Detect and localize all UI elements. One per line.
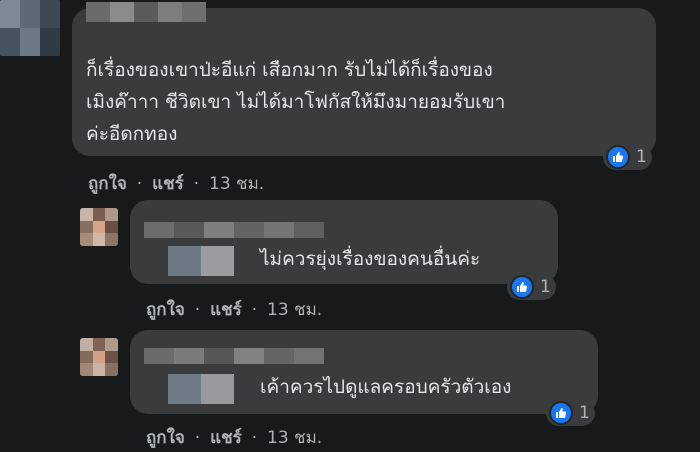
reaction-count: 1 <box>540 277 551 297</box>
mention-tag-pixelated[interactable] <box>168 374 234 404</box>
share-link[interactable]: แชร์ <box>210 428 242 448</box>
timestamp[interactable]: 13 ชม. <box>267 300 322 320</box>
like-link[interactable]: ถูกใจ <box>146 428 185 448</box>
comment-text-line: ก็เรื่องของเขาป่ะอีแก่ เสือกมาก รับไม่ได… <box>86 59 493 81</box>
avatar[interactable] <box>80 338 118 376</box>
comment-bubble: เค้าควรไปดูแลครอบครัวตัวเอง <box>130 330 598 414</box>
comment-actions: ถูกใจ · แชร์ · 13 ชม. <box>146 424 322 451</box>
reaction-summary[interactable]: 1 <box>507 274 556 300</box>
comment-text-line: เมิงค๊าาา ชีวิตเขา ไม่ได้มาโฟกัสให้มึงมา… <box>86 91 506 113</box>
comment-actions: ถูกใจ · แชร์ · 13 ชม. <box>88 170 264 197</box>
reaction-summary[interactable]: 1 <box>603 144 652 170</box>
like-thumb-icon <box>606 145 630 169</box>
timestamp[interactable]: 13 ชม. <box>209 174 264 194</box>
commenter-name-pixelated[interactable] <box>144 348 324 364</box>
comment-bubble: ไม่ควรยุ่งเรื่องของคนอื่นค่ะ <box>130 200 558 284</box>
comment-actions: ถูกใจ · แชร์ · 13 ชม. <box>146 296 322 323</box>
separator: · <box>136 174 143 194</box>
reaction-count: 1 <box>579 403 590 423</box>
avatar[interactable] <box>0 0 60 56</box>
like-link[interactable]: ถูกใจ <box>146 300 185 320</box>
commenter-name-pixelated[interactable] <box>86 2 206 22</box>
commenter-name-pixelated[interactable] <box>144 222 324 238</box>
avatar[interactable] <box>80 208 118 246</box>
separator: · <box>251 428 258 448</box>
reaction-count: 1 <box>636 147 647 167</box>
comment-text-line: ค่ะอีดกทอง <box>86 123 178 145</box>
comment-text: ไม่ควรยุ่งเรื่องของคนอื่นค่ะ <box>260 248 481 270</box>
like-thumb-icon <box>510 275 534 299</box>
separator: · <box>193 174 200 194</box>
mention-tag-pixelated[interactable] <box>168 246 234 276</box>
share-link[interactable]: แชร์ <box>210 300 242 320</box>
like-thumb-icon <box>549 401 573 425</box>
separator: · <box>194 428 201 448</box>
separator: · <box>251 300 258 320</box>
timestamp[interactable]: 13 ชม. <box>267 428 322 448</box>
separator: · <box>194 300 201 320</box>
share-link[interactable]: แชร์ <box>152 174 184 194</box>
comment-bubble: ก็เรื่องของเขาป่ะอีแก่ เสือกมาก รับไม่ได… <box>72 2 656 156</box>
comment-text: เค้าควรไปดูแลครอบครัวตัวเอง <box>260 376 512 398</box>
like-link[interactable]: ถูกใจ <box>88 174 127 194</box>
reaction-summary[interactable]: 1 <box>546 400 595 426</box>
